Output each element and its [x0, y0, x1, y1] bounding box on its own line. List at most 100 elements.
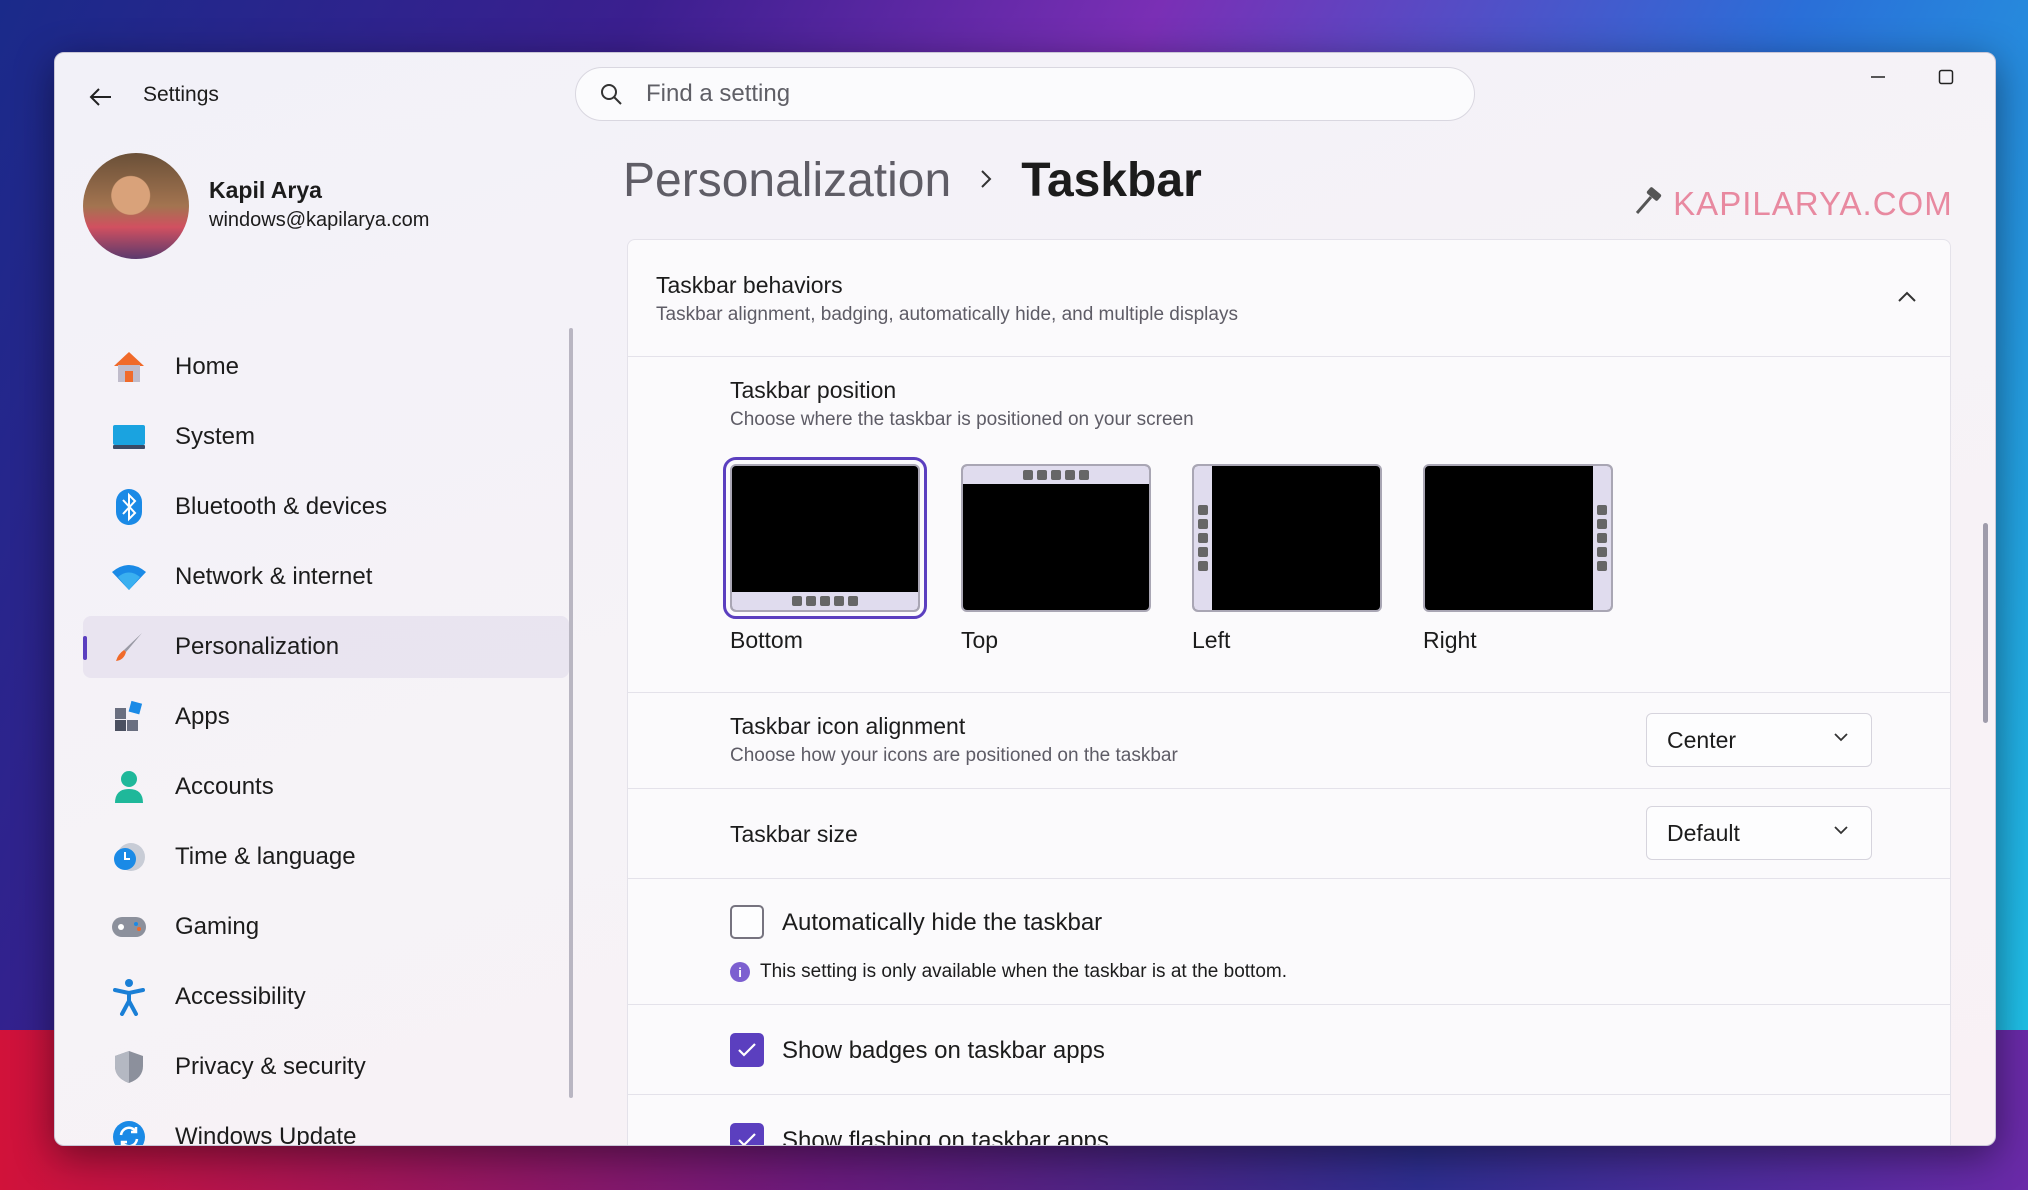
- dropdown-value: Center: [1667, 726, 1737, 753]
- search-box[interactable]: [575, 67, 1475, 121]
- page-title: Taskbar: [1021, 154, 1202, 207]
- taskbar-preview: [1593, 466, 1611, 610]
- maximize-icon: [1938, 69, 1954, 85]
- shield-icon: [83, 1036, 175, 1098]
- checkmark-icon: [738, 1133, 756, 1145]
- sidebar-item-windows-update[interactable]: Windows Update: [83, 1106, 569, 1146]
- section-title: Taskbar position: [730, 377, 897, 403]
- minimize-button[interactable]: [1843, 53, 1913, 101]
- sidebar-item-label: Personalization: [175, 633, 340, 660]
- chevron-right-icon: [979, 164, 993, 198]
- sidebar-item-apps[interactable]: Apps: [83, 686, 569, 748]
- badges-checkbox[interactable]: [730, 1033, 764, 1067]
- card-subtitle: Taskbar alignment, badging, automaticall…: [656, 304, 1238, 325]
- collapse-button[interactable]: [1892, 282, 1922, 312]
- sidebar-item-system[interactable]: System: [83, 406, 569, 468]
- alignment-dropdown[interactable]: Center: [1646, 713, 1872, 767]
- position-label: Left: [1192, 627, 1231, 653]
- position-label: Top: [961, 627, 999, 653]
- sidebar-item-label: Accounts: [175, 773, 274, 800]
- windows-update-icon: [83, 1106, 175, 1145]
- title-bar: Settings: [55, 53, 1995, 137]
- flashing-checkbox[interactable]: [730, 1123, 764, 1145]
- autohide-info: i This setting is only available when th…: [730, 961, 1287, 983]
- sidebar-item-privacy-security[interactable]: Privacy & security: [83, 1036, 569, 1098]
- sidebar-nav: Home System Bluetooth & devices Network …: [83, 336, 569, 1146]
- position-option-bottom[interactable]: [723, 457, 927, 619]
- profile-email: windows@kapilarya.com: [209, 209, 430, 231]
- sidebar-scrollbar[interactable]: [569, 328, 573, 1098]
- sidebar-item-accessibility[interactable]: Accessibility: [83, 966, 569, 1028]
- taskbar-size-section: Taskbar size Default: [627, 789, 1951, 879]
- sidebar-item-label: System: [175, 423, 256, 450]
- app-title: Settings: [143, 83, 219, 106]
- minimize-icon: [1871, 76, 1885, 78]
- section-title: Taskbar icon alignment: [730, 713, 966, 739]
- close-button[interactable]: [1979, 53, 1995, 101]
- breadcrumb-parent[interactable]: Personalization: [623, 153, 951, 208]
- settings-window: Settings Kapil Arya windows@kapilarya.co…: [54, 52, 1996, 1146]
- checkmark-icon: [738, 1043, 756, 1057]
- breadcrumb: Personalization Taskbar: [623, 153, 1202, 208]
- time-language-icon: [83, 826, 175, 888]
- chevron-down-icon: [1834, 733, 1848, 742]
- icon-alignment-section: Taskbar icon alignment Choose how your i…: [627, 693, 1951, 789]
- gaming-icon: [83, 896, 175, 958]
- system-icon: [83, 406, 175, 468]
- avatar[interactable]: [83, 153, 189, 259]
- position-label: Right: [1423, 627, 1477, 653]
- flashing-section: Show flashing on taskbar apps: [627, 1095, 1951, 1146]
- watermark: KAPILARYA.COM: [1633, 185, 1953, 223]
- sidebar-item-label: Network & internet: [175, 563, 373, 590]
- taskbar-preview: [963, 466, 1149, 484]
- search-icon: [576, 67, 646, 121]
- card-title: Taskbar behaviors: [656, 272, 843, 298]
- section-title: Taskbar size: [730, 821, 858, 847]
- autohide-checkbox[interactable]: [730, 905, 764, 939]
- autohide-section: Automatically hide the taskbar i This se…: [627, 879, 1951, 1005]
- maximize-button[interactable]: [1911, 53, 1981, 101]
- taskbar-preview: [1194, 466, 1212, 610]
- sidebar-item-label: Gaming: [175, 913, 260, 940]
- hammer-icon: [1633, 185, 1673, 222]
- position-option-top[interactable]: [961, 464, 1151, 612]
- sidebar-item-label: Privacy & security: [175, 1053, 366, 1080]
- sidebar-item-time-language[interactable]: Time & language: [83, 826, 569, 888]
- sidebar-item-home[interactable]: Home: [83, 336, 569, 398]
- home-icon: [83, 336, 175, 398]
- position-option-right[interactable]: [1423, 464, 1613, 612]
- arrow-left-icon: [89, 88, 111, 106]
- taskbar-position-section: Taskbar position Choose where the taskba…: [627, 357, 1951, 693]
- checkbox-label: Automatically hide the taskbar: [782, 909, 1103, 936]
- sidebar-item-label: Windows Update: [175, 1123, 357, 1146]
- info-text: This setting is only available when the …: [760, 961, 1287, 982]
- checkbox-label: Show badges on taskbar apps: [782, 1037, 1105, 1064]
- taskbar-preview: [732, 592, 918, 610]
- sidebar-item-bluetooth[interactable]: Bluetooth & devices: [83, 476, 569, 538]
- position-label: Bottom: [730, 627, 803, 653]
- sidebar-item-gaming[interactable]: Gaming: [83, 896, 569, 958]
- checkbox-label: Show flashing on taskbar apps: [782, 1127, 1109, 1146]
- sidebar-item-label: Home: [175, 353, 240, 380]
- sidebar-item-accounts[interactable]: Accounts: [83, 756, 569, 818]
- sidebar-item-network[interactable]: Network & internet: [83, 546, 569, 608]
- sidebar-item-label: Accessibility: [175, 983, 306, 1010]
- wifi-icon: [83, 546, 175, 608]
- size-dropdown[interactable]: Default: [1646, 806, 1872, 860]
- accounts-icon: [83, 756, 175, 818]
- profile-name: Kapil Arya: [209, 177, 322, 203]
- taskbar-behaviors-panel: Taskbar behaviors Taskbar alignment, bad…: [627, 239, 1951, 1146]
- chevron-up-icon: [1898, 291, 1916, 302]
- position-option-left[interactable]: [1192, 464, 1382, 612]
- sidebar-item-personalization[interactable]: Personalization: [83, 616, 569, 678]
- main-scrollbar[interactable]: [1983, 523, 1988, 723]
- dropdown-value: Default: [1667, 819, 1740, 846]
- taskbar-behaviors-header[interactable]: Taskbar behaviors Taskbar alignment, bad…: [627, 239, 1951, 357]
- sidebar-item-label: Apps: [175, 703, 230, 730]
- search-input[interactable]: [646, 80, 1426, 108]
- sidebar-item-label: Time & language: [175, 843, 356, 870]
- bluetooth-icon: [83, 476, 175, 538]
- info-icon: i: [730, 962, 750, 982]
- back-button[interactable]: [81, 77, 121, 117]
- sidebar-item-label: Bluetooth & devices: [175, 493, 388, 520]
